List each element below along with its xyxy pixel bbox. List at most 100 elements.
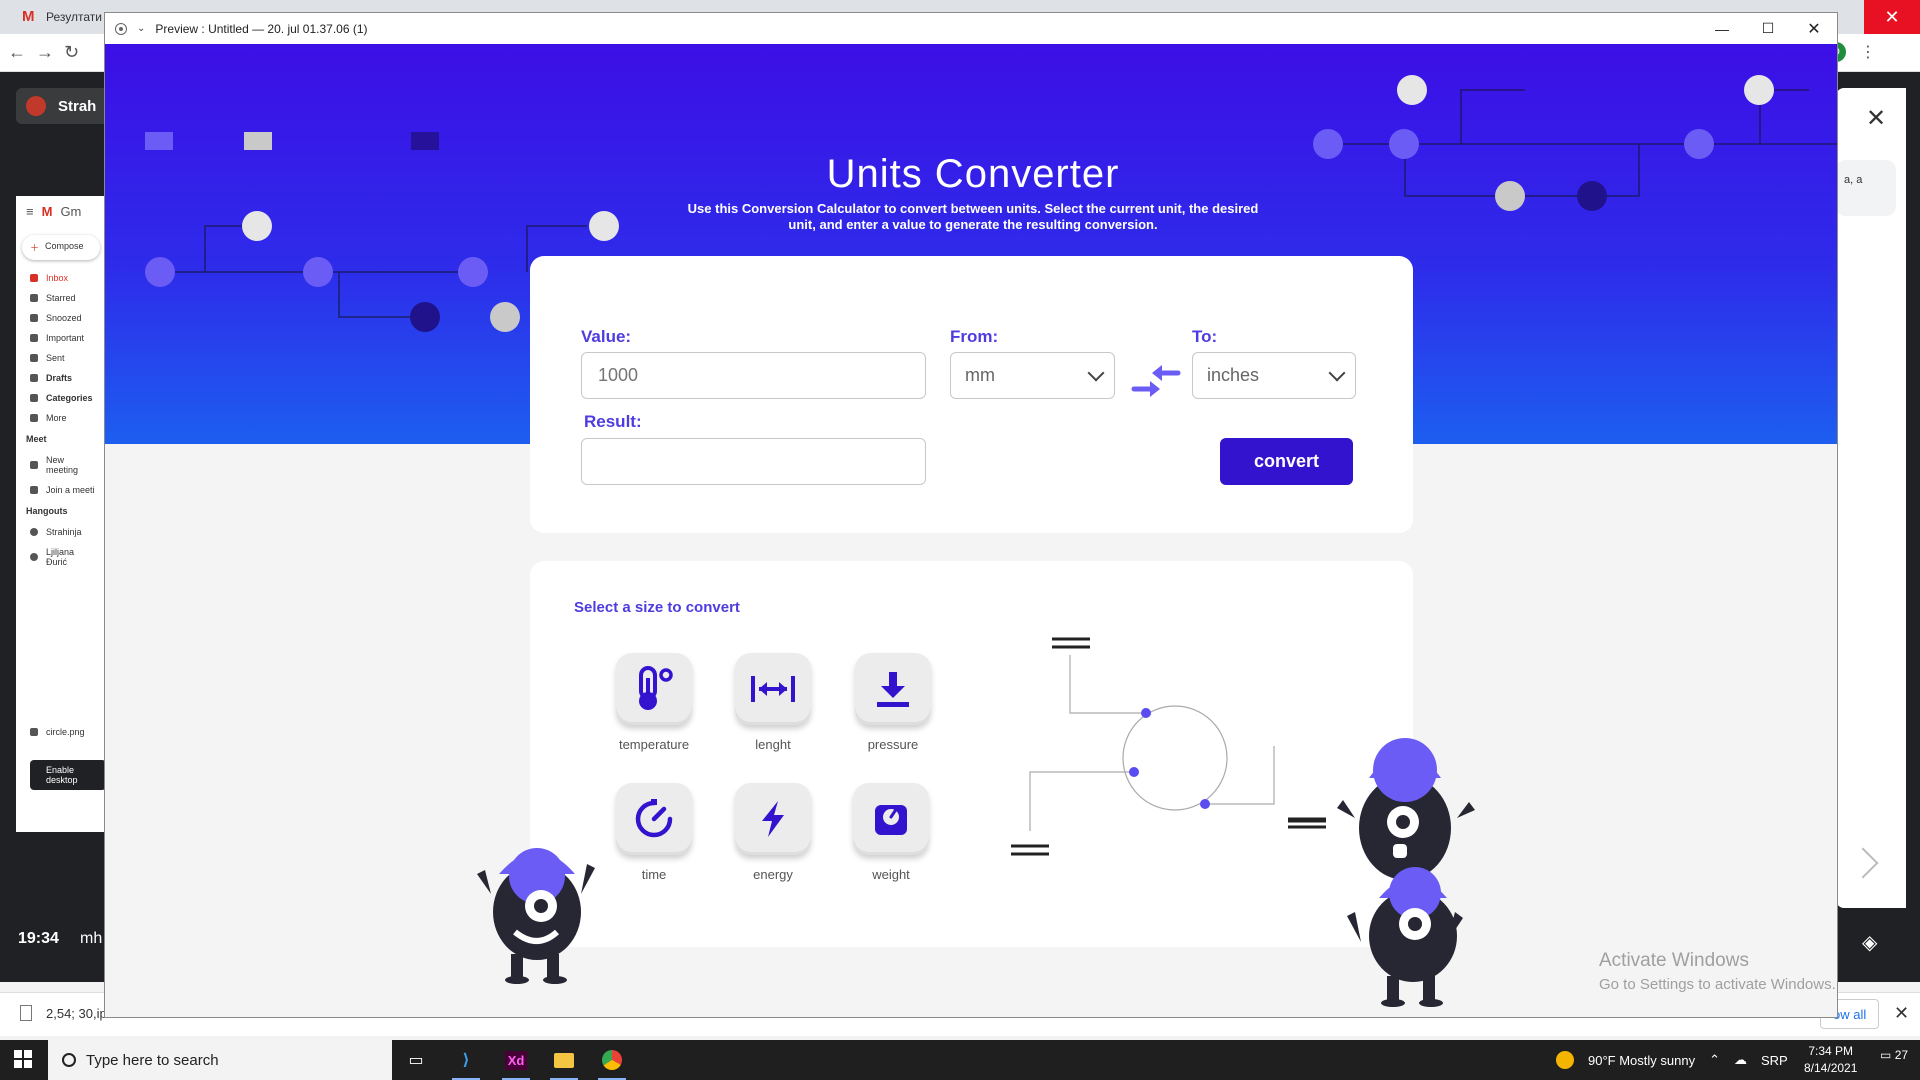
adobe-xd-taskbar-icon[interactable]: Xd <box>494 1040 538 1080</box>
windows-start-icon[interactable] <box>14 1050 32 1068</box>
temperature-button[interactable] <box>616 653 692 725</box>
from-label: From: <box>950 327 999 346</box>
lightning-icon <box>762 801 784 837</box>
taskbar-clock[interactable]: 7:34 PM 8/14/2021 <box>1804 1043 1857 1077</box>
reload-icon[interactable]: ↻ <box>64 42 79 63</box>
gmail-icon <box>22 8 38 25</box>
meet-new[interactable]: New meeting <box>16 450 106 480</box>
language-indicator[interactable]: SRP <box>1761 1053 1788 1068</box>
circuit-circle-illustration <box>1011 637 1326 856</box>
hangouts-item[interactable]: Ljiljana Đurić <box>16 542 106 572</box>
gmail-item-snoozed[interactable]: Snoozed <box>16 308 106 328</box>
hangouts-item-label: Ljiljana Đurić <box>46 547 75 567</box>
taskbar-search-box[interactable]: Type here to search <box>48 1040 392 1080</box>
back-icon[interactable]: ← <box>8 42 26 63</box>
minimize-button[interactable]: — <box>1699 13 1745 44</box>
send-icon <box>30 354 38 362</box>
notification-center[interactable]: ▭ 27 <box>1880 1048 1908 1062</box>
length-button[interactable] <box>735 653 811 725</box>
pressure-button[interactable] <box>855 653 931 725</box>
close-icon[interactable]: ✕ <box>1894 1003 1909 1024</box>
chevron-down-icon <box>1328 364 1346 381</box>
maximize-button[interactable]: ☐ <box>1745 13 1791 44</box>
size-option-length[interactable]: lenght <box>733 653 813 752</box>
download-item[interactable]: 2,54; 30,ip <box>20 1005 107 1021</box>
time-button[interactable] <box>616 783 692 855</box>
size-option-weight[interactable]: weight <box>851 783 931 882</box>
inbox-icon <box>30 274 38 282</box>
gmail-item-more[interactable]: More <box>16 408 106 428</box>
image-file-icon <box>30 728 38 736</box>
gmail-item-label: Sent <box>46 353 65 363</box>
size-option-energy[interactable]: energy <box>733 783 813 882</box>
result-field[interactable] <box>581 438 926 485</box>
weather-icon[interactable] <box>1556 1051 1574 1069</box>
meet-join[interactable]: Join a meeti <box>16 480 106 500</box>
weather-text[interactable]: 90°F Mostly sunny <box>1588 1053 1695 1068</box>
page-subtitle: Use this Conversion Calculator to conver… <box>687 201 1259 232</box>
hangouts-item[interactable]: Strahinja <box>16 522 106 542</box>
value-label: Value: <box>581 327 632 346</box>
notification-count: 27 <box>1894 1048 1909 1062</box>
energy-button[interactable] <box>735 783 811 855</box>
network-icon[interactable]: ☁ <box>1734 1052 1747 1068</box>
page-title: Units Converter <box>826 152 1120 196</box>
background-text: mh <box>80 930 103 947</box>
size-option-pressure[interactable]: pressure <box>853 653 933 752</box>
chrome-taskbar-icon[interactable] <box>590 1040 634 1080</box>
background-clock: 19:34 <box>18 930 59 947</box>
size-option-temperature[interactable]: temperature <box>614 653 694 752</box>
window-titlebar: ⌄ Preview : Untitled — 20. jul 01.37.06 … <box>105 13 1837 44</box>
search-placeholder: Type here to search <box>86 1051 219 1069</box>
background-strah-chip[interactable]: Strah <box>16 88 112 124</box>
gmail-item-sent[interactable]: Sent <box>16 348 106 368</box>
browser-nav: ← → ↻ <box>8 42 79 63</box>
to-unit-select[interactable]: inches <box>1192 352 1356 399</box>
swap-units-icon[interactable] <box>1130 361 1182 401</box>
browser-close-button[interactable]: ✕ <box>1864 0 1920 34</box>
gmail-item-inbox[interactable]: Inbox <box>16 268 106 288</box>
size-option-time[interactable]: time <box>614 783 694 882</box>
enable-desktop-notifications[interactable]: Enable desktop <box>30 760 106 790</box>
option-label: energy <box>753 867 793 882</box>
activate-line-1: Activate Windows <box>1599 950 1749 971</box>
notification-icon: ▭ <box>1880 1048 1892 1062</box>
close-icon[interactable]: ✕ <box>1866 104 1886 133</box>
monster-left-illustration <box>477 848 595 984</box>
gmail-item-label: Snoozed <box>46 313 82 323</box>
file-icon <box>20 1005 32 1021</box>
file-item[interactable]: circle.png <box>16 722 106 742</box>
forward-icon[interactable]: → <box>36 42 54 63</box>
weight-button[interactable] <box>853 783 929 855</box>
shapes-icon[interactable]: ◈ <box>1862 930 1892 960</box>
chevron-up-icon[interactable]: ⌃ <box>1709 1052 1720 1068</box>
kebab-menu-icon[interactable]: ⋮ <box>1860 42 1876 62</box>
from-unit-select[interactable]: mm <box>950 352 1115 399</box>
task-view-icon[interactable]: ▭ <box>394 1040 438 1080</box>
gmail-item-categories[interactable]: Categories <box>16 388 106 408</box>
gmail-app-label: Gm <box>60 204 82 219</box>
activate-windows-watermark: Activate Windows Go to Settings to activ… <box>1599 950 1836 993</box>
convert-button[interactable]: convert <box>1220 438 1353 485</box>
file-explorer-taskbar-icon[interactable] <box>542 1040 586 1080</box>
compose-button[interactable]: ＋ Compose <box>22 235 100 260</box>
record-icon[interactable] <box>115 22 127 35</box>
gmail-item-starred[interactable]: Starred <box>16 288 106 308</box>
gmail-item-important[interactable]: Important <box>16 328 106 348</box>
vscode-taskbar-icon[interactable]: ⟩ <box>444 1040 488 1080</box>
option-label: pressure <box>867 737 919 752</box>
result-label: Result: <box>584 412 642 431</box>
window-title: Preview : Untitled — 20. jul 01.37.06 (1… <box>155 21 368 36</box>
keyboard-icon <box>30 486 38 494</box>
to-unit-value: inches <box>1207 365 1260 385</box>
option-label: time <box>641 867 667 882</box>
gmail-item-label: Inbox <box>46 273 69 283</box>
value-input[interactable] <box>581 352 926 399</box>
chevron-down-icon[interactable]: ⌄ <box>137 23 145 34</box>
hamburger-icon[interactable]: ≡ <box>26 204 34 219</box>
meet-item-label: New meeting <box>46 455 79 475</box>
units-converter-page: Units Converter Use this Conversion Calc… <box>105 44 1837 1017</box>
gmail-item-drafts[interactable]: Drafts <box>16 368 106 388</box>
window-close-button[interactable]: ✕ <box>1791 13 1837 44</box>
strah-label: Strah <box>58 97 97 115</box>
